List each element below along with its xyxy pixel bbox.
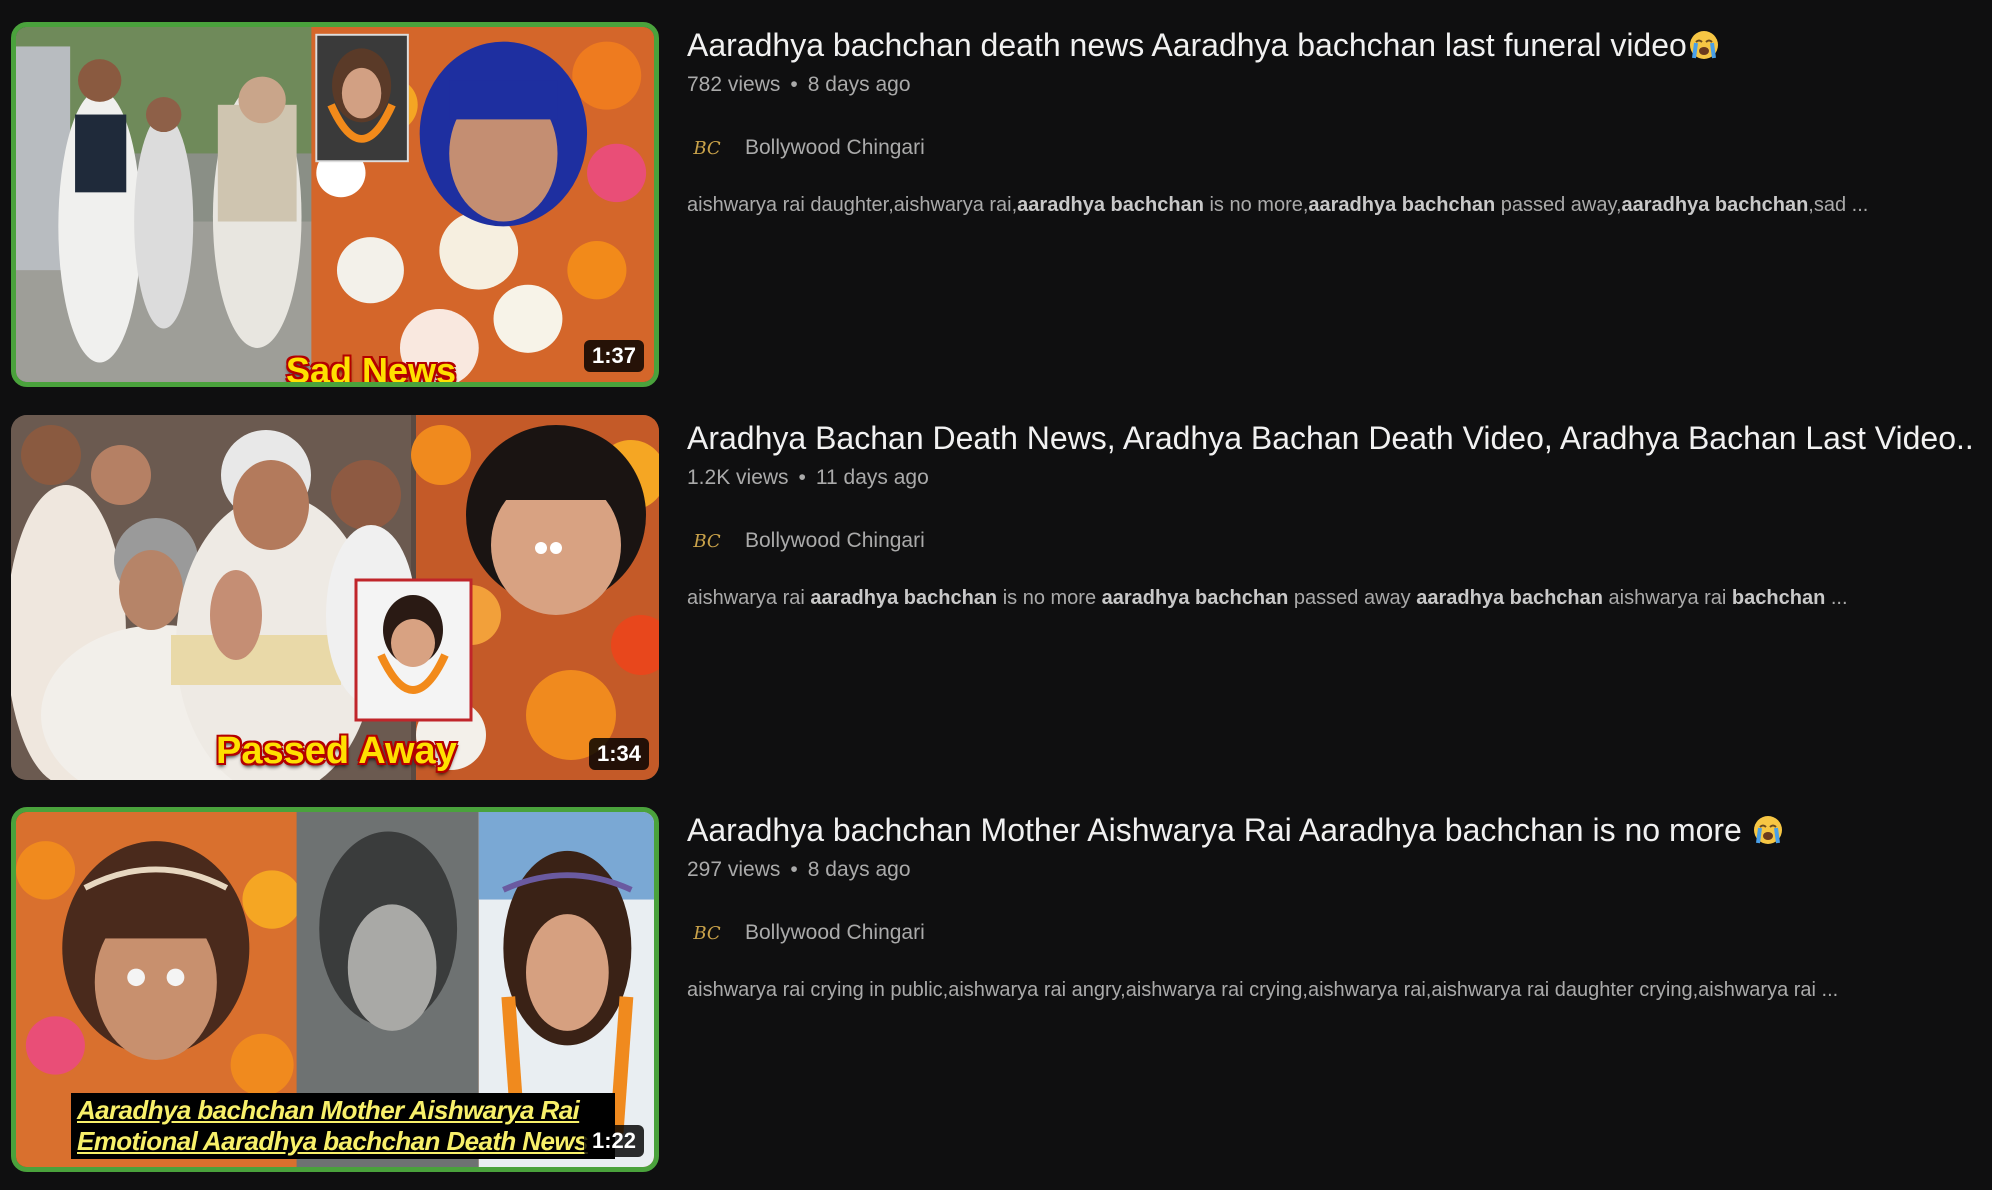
- video-meta: 782 views • 8 days ago: [687, 70, 1977, 100]
- channel-link[interactable]: BC Bollywood Chingari: [687, 521, 1977, 561]
- description-text: passed away: [1288, 587, 1417, 609]
- video-info: Aaradhya bachchan death news Aaradhya ba…: [687, 22, 1977, 220]
- video-title[interactable]: Aaradhya bachchan death news Aaradhya ba…: [687, 22, 1977, 68]
- description-text: ,sad ...: [1808, 194, 1869, 216]
- thumbnail-caption-line: Aaradhya bachchan Mother Aishwarya Rai: [77, 1095, 580, 1125]
- description-text: is no more,: [1203, 194, 1309, 216]
- search-results: Sad News 1:37 Aaradhya bachchan death ne…: [0, 0, 1992, 1190]
- video-description: aishwarya rai crying in public,aishwarya…: [687, 975, 1977, 1005]
- meta-separator: •: [790, 73, 798, 96]
- video-meta: 1.2K views • 11 days ago: [687, 463, 1977, 493]
- view-count: 782 views: [687, 73, 781, 96]
- video-title[interactable]: Aradhya Bachan Death News, Aradhya Bacha…: [687, 415, 1977, 461]
- channel-link[interactable]: BC Bollywood Chingari: [687, 128, 1977, 168]
- video-title-text: Aaradhya bachchan Mother Aishwarya Rai A…: [687, 812, 1742, 848]
- channel-name: Bollywood Chingari: [745, 136, 925, 159]
- svg-text:BC: BC: [692, 531, 721, 552]
- video-thumbnail[interactable]: Passed Away 1:34: [11, 415, 659, 780]
- description-text: aishwarya rai: [687, 587, 811, 609]
- description-highlight: aaradhya bachchan: [1621, 194, 1809, 216]
- video-title-text: Aaradhya bachchan death news Aaradhya ba…: [687, 27, 1687, 63]
- description-text: aishwarya rai crying in public,aishwarya…: [687, 979, 1839, 1001]
- video-duration: 1:22: [583, 1125, 644, 1157]
- thumbnail-caption-line: Emotional Aaradhya bachchan Death News: [77, 1126, 588, 1156]
- description-highlight: aaradhya bachchan: [1416, 587, 1603, 609]
- description-text: aishwarya rai: [1602, 587, 1732, 609]
- upload-age: 8 days ago: [807, 858, 911, 881]
- meta-separator: •: [790, 858, 798, 881]
- video-description: aishwarya rai daughter,aishwarya rai,aar…: [687, 190, 1977, 220]
- description-highlight: aaradhya bachchan: [1308, 194, 1496, 216]
- upload-age: 8 days ago: [807, 73, 911, 96]
- svg-text:BC: BC: [692, 923, 721, 944]
- description-text: is no more: [997, 587, 1102, 609]
- video-duration: 1:34: [588, 738, 649, 770]
- view-count: 1.2K views: [687, 466, 789, 489]
- video-info: Aradhya Bachan Death News, Aradhya Bacha…: [687, 415, 1977, 613]
- loudly-crying-face-emoji-icon: [1689, 31, 1718, 59]
- video-duration: 1:37: [583, 340, 644, 372]
- upload-age: 11 days ago: [815, 466, 929, 489]
- channel-logo-icon: BC: [692, 138, 721, 159]
- loudly-crying-face-emoji-icon: [1753, 816, 1782, 844]
- channel-name: Bollywood Chingari: [745, 529, 925, 552]
- channel-logo-icon: BC: [692, 531, 721, 552]
- description-highlight: aaradhya bachchan: [1101, 587, 1289, 609]
- video-title-text: Aradhya Bachan Death News, Aradhya Bacha…: [687, 420, 1974, 456]
- thumbnail-image: [16, 27, 654, 382]
- video-thumbnail[interactable]: Aaradhya bachchan Mother Aishwarya Rai E…: [11, 807, 659, 1172]
- channel-logo-icon: BC: [692, 923, 721, 944]
- description-highlight: aaradhya bachchan: [1017, 194, 1204, 216]
- video-thumbnail[interactable]: Sad News 1:37: [11, 22, 659, 387]
- video-info: Aaradhya bachchan Mother Aishwarya Rai A…: [687, 807, 1977, 1005]
- description-text: aishwarya rai daughter,aishwarya rai,: [687, 194, 1018, 216]
- view-count: 297 views: [687, 858, 781, 881]
- description-highlight: bachchan: [1731, 587, 1826, 609]
- thumbnail-image: [11, 415, 659, 780]
- svg-text:BC: BC: [692, 138, 721, 159]
- channel-link[interactable]: BC Bollywood Chingari: [687, 913, 1977, 953]
- description-text: ...: [1825, 587, 1848, 609]
- meta-separator: •: [798, 466, 806, 489]
- thumbnail-overlay-text: Sad News: [286, 350, 457, 387]
- video-title[interactable]: Aaradhya bachchan Mother Aishwarya Rai A…: [687, 807, 1977, 853]
- thumbnail-overlay-text: Passed Away: [216, 730, 457, 772]
- video-meta: 297 views • 8 days ago: [687, 855, 1977, 885]
- description-text: passed away,: [1495, 194, 1622, 216]
- description-highlight: aaradhya bachchan: [810, 587, 998, 609]
- video-description: aishwarya rai aaradhya bachchan is no mo…: [687, 583, 1977, 613]
- thumbnail-caption: Aaradhya bachchan Mother Aishwarya Rai E…: [71, 1093, 615, 1159]
- channel-name: Bollywood Chingari: [745, 921, 925, 944]
